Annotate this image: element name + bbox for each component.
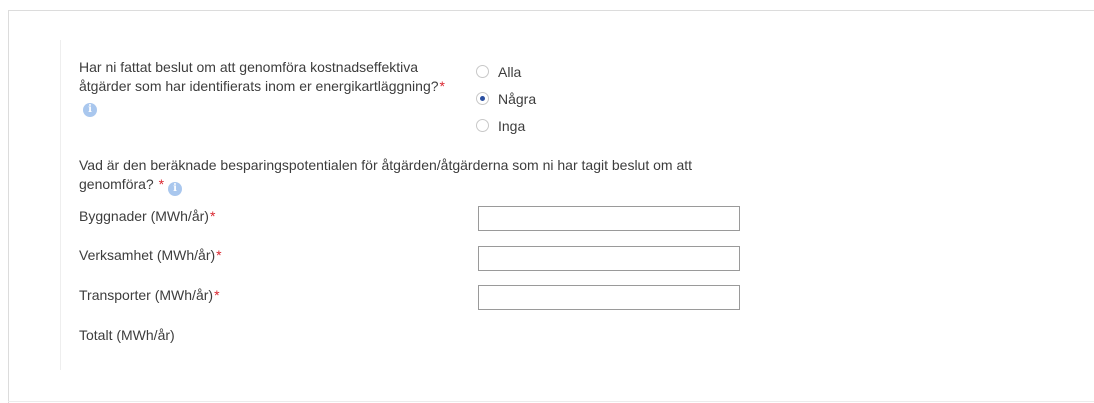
radio-label-alla[interactable]: Alla xyxy=(498,64,521,80)
form-section-rule xyxy=(60,40,61,370)
radio-button-inga[interactable] xyxy=(476,119,489,132)
required-marker: * xyxy=(439,78,445,94)
field-label-transporter: Transporter (MWh/år)* xyxy=(79,287,220,303)
field-label-transporter-text: Transporter (MWh/år) xyxy=(79,287,214,303)
field-label-byggnader-text: Byggnader (MWh/år) xyxy=(79,208,209,224)
form-frame-bottom-border xyxy=(8,401,1094,402)
required-marker: * xyxy=(214,287,220,303)
question-savings-potential: Vad är den beräknade besparingspotential… xyxy=(79,156,759,196)
radio-option-alla[interactable]: Alla xyxy=(476,58,536,85)
required-marker: * xyxy=(216,247,222,263)
required-marker: * xyxy=(209,208,216,224)
field-label-verksamhet-text: Verksamhet (MWh/år) xyxy=(79,247,216,263)
implement-measures-radio-group: Alla Några Inga xyxy=(476,58,536,139)
field-label-byggnader: Byggnader (MWh/år)* xyxy=(79,208,215,224)
info-icon[interactable]: i xyxy=(168,182,183,196)
verksamhet-input[interactable] xyxy=(478,246,740,271)
transporter-input[interactable] xyxy=(478,285,740,310)
form-frame-left-border xyxy=(8,10,9,403)
info-icon[interactable]: i xyxy=(83,103,97,117)
radio-option-nagra[interactable]: Några xyxy=(476,85,536,112)
field-label-verksamhet: Verksamhet (MWh/år)* xyxy=(79,247,222,263)
byggnader-input[interactable] xyxy=(478,206,740,231)
total-label: Totalt (MWh/år) xyxy=(79,327,175,343)
form-frame-top-border xyxy=(8,10,1094,11)
question-implement-measures: Har ni fattat beslut om att genomföra ko… xyxy=(79,58,459,117)
radio-button-nagra[interactable] xyxy=(476,92,489,105)
required-marker: * xyxy=(158,176,165,192)
radio-label-inga[interactable]: Inga xyxy=(498,118,525,134)
radio-option-inga[interactable]: Inga xyxy=(476,112,536,139)
radio-button-alla[interactable] xyxy=(476,65,489,78)
question-implement-measures-text: Har ni fattat beslut om att genomföra ko… xyxy=(79,59,439,94)
radio-label-nagra[interactable]: Några xyxy=(498,91,536,107)
